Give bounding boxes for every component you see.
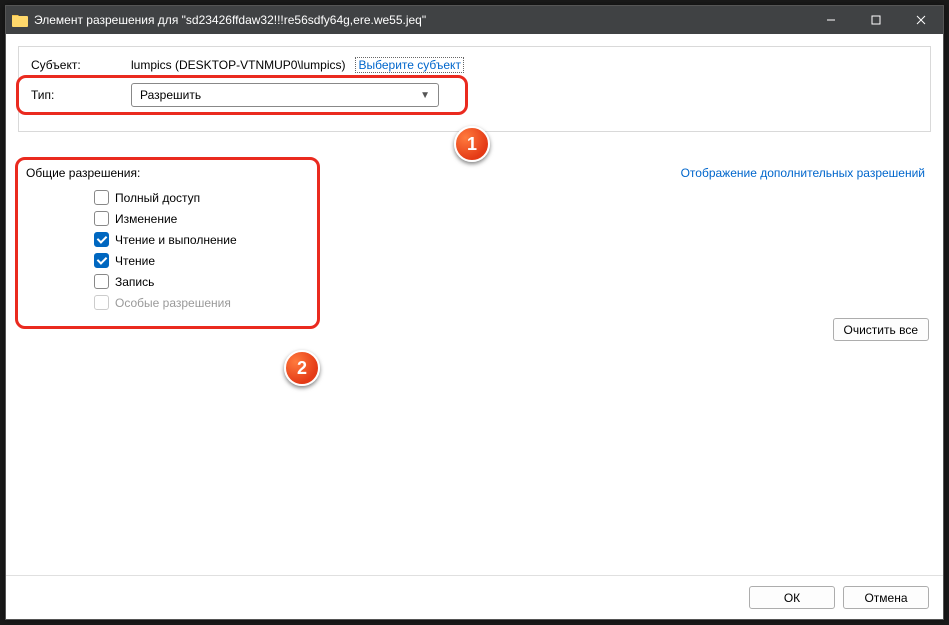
- basic-permissions-section: Общие разрешения: Отображение дополнител…: [18, 160, 931, 310]
- permission-item: Чтение: [94, 253, 931, 268]
- window-title: Элемент разрешения для "sd23426ffdaw32!!…: [34, 13, 808, 27]
- type-label: Тип:: [31, 88, 131, 102]
- chevron-down-icon: ▼: [420, 90, 430, 101]
- permission-checkbox[interactable]: [94, 274, 109, 289]
- content-area: Субъект: lumpics (DESKTOP-VTNMUP0\lumpic…: [6, 34, 943, 575]
- permission-item: Запись: [94, 274, 931, 289]
- basic-permissions-title: Общие разрешения:: [26, 166, 140, 180]
- folder-icon: [12, 13, 28, 27]
- principal-header: Субъект: lumpics (DESKTOP-VTNMUP0\lumpic…: [18, 46, 931, 132]
- type-select-value: Разрешить: [140, 88, 201, 102]
- permission-checkbox[interactable]: [94, 253, 109, 268]
- advanced-permissions-link[interactable]: Отображение дополнительных разрешений: [681, 166, 925, 180]
- permissions-list: Полный доступ Изменение Чтение и выполнени…: [94, 190, 931, 310]
- select-subject-link[interactable]: Выберите субъект: [355, 57, 463, 73]
- permission-checkbox[interactable]: [94, 190, 109, 205]
- permission-entry-window: Элемент разрешения для "sd23426ffdaw32!!…: [5, 5, 944, 620]
- permission-label: Полный доступ: [115, 191, 200, 205]
- minimize-button[interactable]: [808, 6, 853, 34]
- subject-label: Субъект:: [31, 58, 131, 72]
- permission-item: Изменение: [94, 211, 931, 226]
- permission-label: Чтение и выполнение: [115, 233, 237, 247]
- permission-item: Чтение и выполнение: [94, 232, 931, 247]
- permission-item: Полный доступ: [94, 190, 931, 205]
- permission-label: Изменение: [115, 212, 177, 226]
- dialog-footer: ОК Отмена: [6, 575, 943, 619]
- permission-label: Запись: [115, 275, 154, 289]
- cancel-button[interactable]: Отмена: [843, 586, 929, 609]
- permission-item: Особые разрешения: [94, 295, 931, 310]
- permission-label: Чтение: [115, 254, 155, 268]
- window-controls: [808, 6, 943, 34]
- ok-button[interactable]: ОК: [749, 586, 835, 609]
- maximize-button[interactable]: [853, 6, 898, 34]
- permission-checkbox[interactable]: [94, 211, 109, 226]
- type-select[interactable]: Разрешить ▼: [131, 83, 439, 107]
- title-bar: Элемент разрешения для "sd23426ffdaw32!!…: [6, 6, 943, 34]
- clear-all-button[interactable]: Очистить все: [833, 318, 929, 341]
- permission-checkbox[interactable]: [94, 232, 109, 247]
- permission-label: Особые разрешения: [115, 296, 231, 310]
- permission-checkbox: [94, 295, 109, 310]
- callout-badge-2: 2: [284, 350, 320, 386]
- close-button[interactable]: [898, 6, 943, 34]
- subject-value: lumpics (DESKTOP-VTNMUP0\lumpics): [131, 58, 345, 72]
